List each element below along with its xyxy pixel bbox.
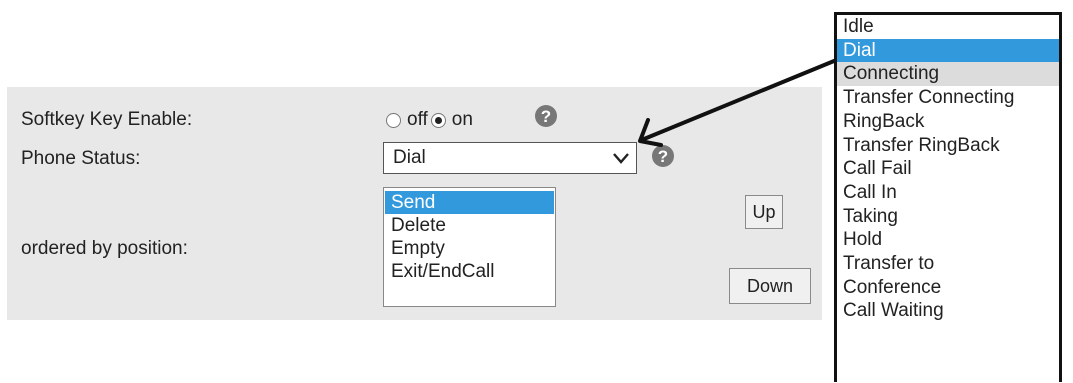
svg-text:?: ? — [541, 107, 551, 126]
dropdown-option[interactable]: Conference — [837, 276, 1059, 300]
dropdown-option[interactable]: Dial — [837, 38, 1059, 63]
list-item[interactable]: Empty — [385, 237, 554, 260]
dropdown-option[interactable]: Hold — [837, 228, 1059, 252]
help-icon[interactable]: ? — [651, 144, 675, 168]
ordered-by-position-label: ordered by position: — [21, 238, 188, 259]
list-item[interactable]: Send — [385, 191, 554, 214]
softkey-enable-radio-group: off on — [386, 107, 476, 133]
dropdown-option[interactable]: Call Waiting — [837, 299, 1059, 323]
softkey-order-listbox[interactable]: Send Delete Empty Exit/EndCall — [383, 187, 556, 307]
dropdown-option[interactable]: Connecting — [837, 62, 1059, 87]
dropdown-option[interactable]: Call In — [837, 181, 1059, 205]
dropdown-option[interactable]: Transfer RingBack — [837, 134, 1059, 158]
dropdown-option[interactable]: RingBack — [837, 110, 1059, 134]
down-button[interactable]: Down — [729, 268, 811, 304]
softkey-on-label[interactable]: on — [452, 109, 473, 131]
dropdown-option[interactable]: Taking — [837, 205, 1059, 229]
chevron-down-icon — [613, 153, 629, 164]
dropdown-option[interactable]: Call Fail — [837, 157, 1059, 181]
svg-text:?: ? — [658, 147, 668, 166]
phone-status-label: Phone Status: — [21, 148, 141, 169]
softkey-enable-label: Softkey Key Enable: — [21, 109, 193, 130]
softkey-off-label[interactable]: off — [407, 109, 428, 131]
help-icon[interactable]: ? — [534, 104, 558, 128]
up-button[interactable]: Up — [745, 195, 783, 229]
list-item[interactable]: Exit/EndCall — [385, 260, 554, 283]
phone-status-select[interactable]: Dial — [383, 142, 637, 174]
dropdown-option[interactable]: Transfer to — [837, 252, 1059, 276]
softkey-off-radio[interactable] — [386, 112, 401, 128]
dropdown-option[interactable]: Idle — [837, 15, 1059, 39]
list-item[interactable]: Delete — [385, 214, 554, 237]
dropdown-option[interactable]: Transfer Connecting — [837, 86, 1059, 110]
phone-status-dropdown-list: Idle Dial Connecting Transfer Connecting… — [834, 12, 1062, 382]
phone-status-value: Dial — [393, 147, 426, 168]
softkey-on-radio[interactable] — [430, 112, 446, 128]
